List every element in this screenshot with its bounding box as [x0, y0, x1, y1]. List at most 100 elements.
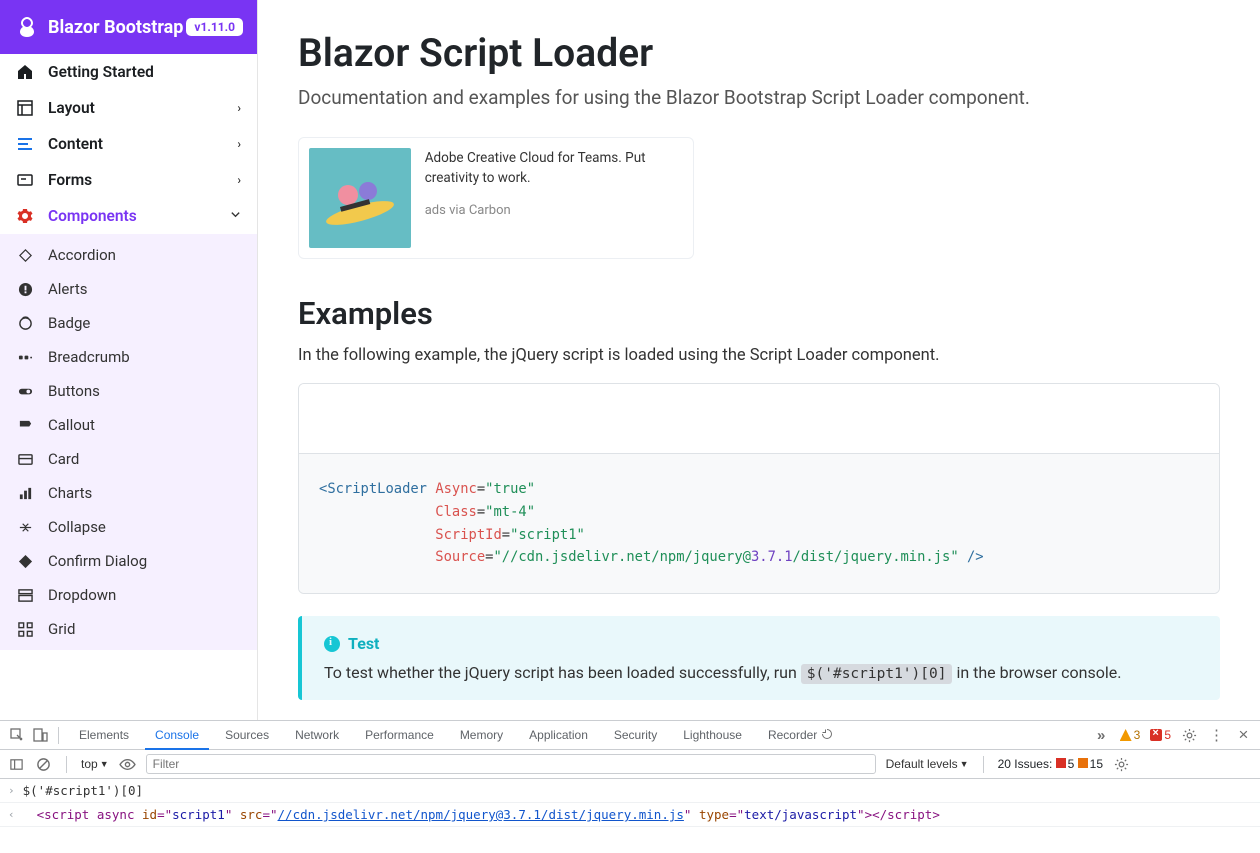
close-icon[interactable]: × [1235, 727, 1252, 744]
sidebar-item-label: Card [48, 450, 79, 468]
sidebar-item-grid[interactable]: Grid [0, 612, 257, 646]
tab-recorder[interactable]: Recorder [758, 722, 843, 748]
ad-text: Adobe Creative Cloud for Teams. Put crea… [425, 148, 683, 189]
settings-icon[interactable] [1113, 756, 1130, 773]
examples-intro: In the following example, the jQuery scr… [298, 346, 1220, 365]
examples-heading: Examples [298, 295, 1220, 332]
chevron-right-icon: › [237, 101, 241, 115]
sidebar-item-label: Collapse [48, 518, 106, 536]
card-icon [16, 450, 34, 468]
tab-performance[interactable]: Performance [355, 722, 444, 748]
tab-network[interactable]: Network [285, 722, 349, 748]
sidebar-item-getting-started[interactable]: Getting Started [0, 54, 257, 90]
tab-application[interactable]: Application [519, 722, 598, 748]
tab-sources[interactable]: Sources [215, 722, 279, 748]
sidebar-item-collapse[interactable]: Collapse [0, 510, 257, 544]
inline-code: $('#script1')[0] [801, 664, 953, 684]
sidebar-item-label: Forms [48, 171, 92, 189]
filter-input[interactable] [146, 754, 876, 774]
callout-icon [16, 416, 34, 434]
chevron-right-icon: › [237, 173, 241, 187]
prompt-icon: › [8, 784, 15, 797]
sidebar-nav[interactable]: Getting Started Layout › Content › Forms… [0, 54, 257, 720]
clear-icon[interactable] [35, 756, 52, 773]
sidebar-item-label: Badge [48, 314, 90, 332]
result-icon: ‹ [8, 808, 15, 821]
gear-icon [16, 207, 34, 225]
tab-memory[interactable]: Memory [450, 722, 513, 748]
sidebar-item-accordion[interactable]: Accordion [0, 238, 257, 272]
sidebar-item-alerts[interactable]: Alerts [0, 272, 257, 306]
tab-lighthouse[interactable]: Lighthouse [673, 722, 752, 748]
sidebar-item-breadcrumb[interactable]: Breadcrumb [0, 340, 257, 374]
chevron-right-icon: › [237, 137, 241, 151]
sidebar-item-label: Charts [48, 484, 92, 502]
devtools-tabs: Elements Console Sources Network Perform… [0, 721, 1260, 750]
code-block[interactable]: <ScriptLoader Async="true" Class="mt-4" … [299, 454, 1219, 593]
chevron-down-icon [230, 209, 241, 223]
confirm-icon [16, 552, 34, 570]
sidebar-item-label: Buttons [48, 382, 100, 400]
issues-label[interactable]: 20 Issues: 5 15 [998, 757, 1103, 771]
alerts-icon [16, 280, 34, 298]
console-cmd: $('#script1')[0] [23, 783, 143, 798]
sidebar-item-label: Breadcrumb [48, 348, 130, 366]
sidebar-item-card[interactable]: Card [0, 442, 257, 476]
sidebar-item-callout[interactable]: Callout [0, 408, 257, 442]
sidebar-item-content[interactable]: Content › [0, 126, 257, 162]
sidebar-item-forms[interactable]: Forms › [0, 162, 257, 198]
dropdown-icon [16, 586, 34, 604]
warn-badge[interactable]: 3 [1120, 728, 1141, 742]
buttons-icon [16, 382, 34, 400]
tab-console[interactable]: Console [145, 722, 209, 750]
settings-icon[interactable] [1181, 727, 1198, 744]
home-icon [16, 63, 34, 81]
error-badge[interactable]: 5 [1150, 728, 1171, 742]
carbon-ad[interactable]: Adobe Creative Cloud for Teams. Put crea… [298, 137, 694, 259]
warn-icon [1120, 729, 1132, 741]
ad-via: ads via Carbon [425, 203, 683, 218]
sidebar-item-layout[interactable]: Layout › [0, 90, 257, 126]
inspect-icon[interactable] [8, 727, 25, 744]
sidebar-item-badge[interactable]: Badge [0, 306, 257, 340]
ad-image [309, 148, 411, 248]
more-tabs-icon[interactable]: » [1093, 727, 1110, 744]
sidebar-item-buttons[interactable]: Buttons [0, 374, 257, 408]
charts-icon [16, 484, 34, 502]
sidebar: Blazor Bootstrap v1.11.0 Getting Started… [0, 0, 258, 720]
code-example: <ScriptLoader Async="true" Class="mt-4" … [298, 383, 1220, 594]
content-icon [16, 135, 34, 153]
code-preview [299, 384, 1219, 454]
flag-orange-icon [1078, 758, 1088, 768]
console-cmd-row[interactable]: › $('#script1')[0] [0, 779, 1260, 803]
kebab-icon[interactable]: ⋮ [1208, 727, 1225, 744]
callout-title: Test [324, 634, 1198, 653]
tab-elements[interactable]: Elements [69, 722, 139, 748]
src-link[interactable]: //cdn.jsdelivr.net/npm/jquery@3.7.1/dist… [278, 807, 684, 822]
context-selector[interactable]: top ▼ [81, 757, 109, 771]
sidebar-item-label: Callout [48, 416, 95, 434]
sidebar-item-charts[interactable]: Charts [0, 476, 257, 510]
eye-icon[interactable] [119, 756, 136, 773]
sidebar-toggle-icon[interactable] [8, 756, 25, 773]
sidebar-item-label: Getting Started [48, 63, 154, 81]
sidebar-item-confirm-dialog[interactable]: Confirm Dialog [0, 544, 257, 578]
sidebar-item-dropdown[interactable]: Dropdown [0, 578, 257, 612]
console-result-row[interactable]: ‹ <script async id="script1" src="//cdn.… [0, 803, 1260, 827]
breadcrumb-icon [16, 348, 34, 366]
layout-icon [16, 99, 34, 117]
devtools-panel: Elements Console Sources Network Perform… [0, 720, 1260, 853]
sidebar-item-label: Content [48, 135, 103, 153]
device-icon[interactable] [31, 727, 48, 744]
main-content: Blazor Script Loader Documentation and e… [258, 0, 1260, 720]
brand-bar[interactable]: Blazor Bootstrap v1.11.0 [0, 0, 257, 54]
tab-security[interactable]: Security [604, 722, 667, 748]
sidebar-item-label: Alerts [48, 280, 88, 298]
error-icon [1150, 729, 1162, 741]
sidebar-item-components[interactable]: Components [0, 198, 257, 234]
brand-logo-icon [14, 14, 40, 40]
callout-body: To test whether the jQuery script has be… [324, 663, 1198, 682]
page-subtitle: Documentation and examples for using the… [298, 86, 1220, 109]
sidebar-item-label: Grid [48, 620, 75, 638]
levels-selector[interactable]: Default levels ▼ [886, 757, 969, 771]
